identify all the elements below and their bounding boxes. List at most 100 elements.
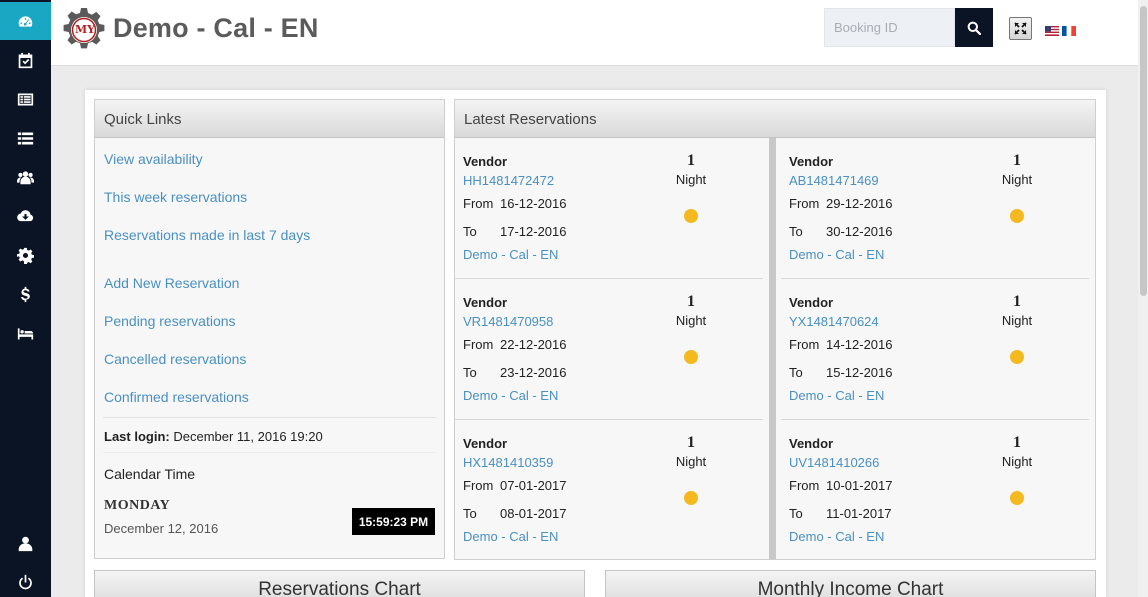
sidebar-item-finance[interactable]	[0, 275, 51, 313]
app-title: Demo - Cal - EN	[113, 13, 319, 43]
sidebar-item-download[interactable]	[0, 197, 51, 235]
bed-icon	[17, 327, 34, 339]
quick-links-title: Quick Links	[95, 100, 444, 138]
last-7-days-reservations-link[interactable]: Reservations made in last 7 days	[104, 227, 310, 243]
cancelled-reservations-link[interactable]: Cancelled reservations	[104, 351, 246, 367]
to-label: To	[789, 365, 803, 380]
vendor-label: Vendor	[463, 295, 508, 310]
this-week-reservations-link[interactable]: This week reservations	[104, 189, 247, 205]
divider	[103, 417, 437, 418]
property-link[interactable]: Demo - Cal - EN	[463, 247, 558, 262]
from-date: 07-01-2017	[500, 478, 567, 493]
cloud-download-icon	[17, 209, 34, 221]
night-count: 1	[1013, 434, 1021, 451]
calendar-check-icon	[18, 52, 33, 68]
sidebar-item-profile[interactable]	[0, 524, 51, 562]
from-date: 10-01-2017	[826, 478, 893, 493]
vendor-label: Vendor	[463, 154, 508, 169]
last-login-label: Last login:	[104, 429, 170, 444]
calendar-time-label: Calendar Time	[104, 466, 196, 482]
to-date: 15-12-2016	[826, 365, 893, 380]
list-alt-icon	[17, 93, 34, 105]
to-label: To	[463, 506, 477, 521]
from-date: 14-12-2016	[826, 337, 893, 352]
night-label: Night	[1001, 172, 1033, 187]
search-icon	[967, 21, 981, 35]
vendor-label: Vendor	[789, 154, 834, 169]
sidebar-item-logout[interactable]	[0, 563, 51, 597]
reservation-code-link[interactable]: YX1481470624	[789, 314, 879, 329]
reservations-chart-panel: Reservations Chart	[94, 570, 585, 597]
users-icon	[17, 170, 34, 184]
night-count: 1	[687, 434, 695, 451]
column-divider	[769, 138, 776, 559]
to-date: 17-12-2016	[500, 224, 567, 239]
night-label: Night	[675, 313, 707, 328]
reservation-code-link[interactable]: HX1481410359	[463, 455, 553, 470]
night-count: 1	[1013, 293, 1021, 310]
last-login: Last login: December 11, 2016 19:20	[104, 429, 323, 444]
night-count: 1	[687, 293, 695, 310]
to-label: To	[789, 224, 803, 239]
current-date: December 12, 2016	[104, 521, 219, 536]
night-label: Night	[675, 454, 707, 469]
page-scrollbar-thumb[interactable]	[1140, 6, 1147, 296]
to-date: 11-01-2017	[826, 506, 892, 521]
to-label: To	[463, 365, 477, 380]
sidebar-item-bookings[interactable]	[0, 80, 51, 118]
property-link[interactable]: Demo - Cal - EN	[789, 388, 884, 403]
dashboard-icon	[18, 15, 33, 27]
to-label: To	[463, 224, 477, 239]
reservation-card: Vendor HH1481472472 From 16-12-2016 To 1…	[455, 138, 763, 279]
reservation-card: Vendor HX1481410359 From 07-01-2017 To 0…	[455, 420, 763, 561]
vendor-label: Vendor	[789, 436, 834, 451]
dashboard-content: Quick Links View availability This week …	[85, 90, 1106, 597]
booking-id-search-input[interactable]	[824, 8, 955, 47]
sidebar-item-users[interactable]	[0, 158, 51, 196]
pending-reservations-link[interactable]: Pending reservations	[104, 313, 236, 329]
to-date: 30-12-2016	[826, 224, 893, 239]
status-dot-icon	[684, 209, 698, 223]
latest-reservations-title: Latest Reservations	[455, 100, 1095, 138]
from-label: From	[463, 337, 494, 352]
night-label: Night	[1001, 313, 1033, 328]
property-link[interactable]: Demo - Cal - EN	[463, 529, 558, 544]
day-name: MONDAY	[104, 498, 171, 513]
last-login-value: December 11, 2016 19:20	[173, 429, 323, 444]
property-link[interactable]: Demo - Cal - EN	[789, 529, 884, 544]
night-count: 1	[687, 152, 695, 169]
to-label: To	[789, 506, 803, 521]
divider	[103, 452, 437, 453]
reservation-code-link[interactable]: AB1481471469	[789, 173, 879, 188]
reservation-code-link[interactable]: UV1481410266	[789, 455, 879, 470]
view-availability-link[interactable]: View availability	[104, 151, 203, 167]
flag-en-icon[interactable]	[1045, 23, 1059, 36]
status-dot-icon	[1010, 491, 1024, 505]
search-button[interactable]	[955, 8, 993, 47]
fullscreen-button[interactable]	[1009, 17, 1032, 40]
sidebar-item-dashboard[interactable]	[0, 2, 51, 40]
sidebar-item-settings[interactable]	[0, 236, 51, 274]
confirmed-reservations-link[interactable]: Confirmed reservations	[104, 389, 249, 405]
status-dot-icon	[684, 491, 698, 505]
property-link[interactable]: Demo - Cal - EN	[463, 388, 558, 403]
property-link[interactable]: Demo - Cal - EN	[789, 247, 884, 262]
add-new-reservation-link[interactable]: Add New Reservation	[104, 275, 239, 291]
sidebar-item-rooms[interactable]	[0, 314, 51, 352]
to-date: 23-12-2016	[500, 365, 567, 380]
reservation-code-link[interactable]: VR1481470958	[463, 314, 553, 329]
flag-fr-icon[interactable]	[1062, 23, 1076, 36]
top-header: MY Demo - Cal - EN	[51, 0, 1148, 66]
user-icon	[18, 536, 33, 551]
reservations-chart-title: Reservations Chart	[258, 579, 421, 597]
reservation-code-link[interactable]: HH1481472472	[463, 173, 554, 188]
monthly-income-chart-panel: Monthly Income Chart	[605, 570, 1096, 597]
night-label: Night	[1001, 454, 1033, 469]
sidebar-item-list[interactable]	[0, 119, 51, 157]
power-icon	[19, 574, 32, 589]
sidebar	[0, 0, 51, 597]
night-count: 1	[1013, 152, 1021, 169]
sidebar-item-calendar[interactable]	[0, 41, 51, 79]
reservation-card: Vendor VR1481470958 From 22-12-2016 To 2…	[455, 279, 763, 420]
status-dot-icon	[1010, 209, 1024, 223]
